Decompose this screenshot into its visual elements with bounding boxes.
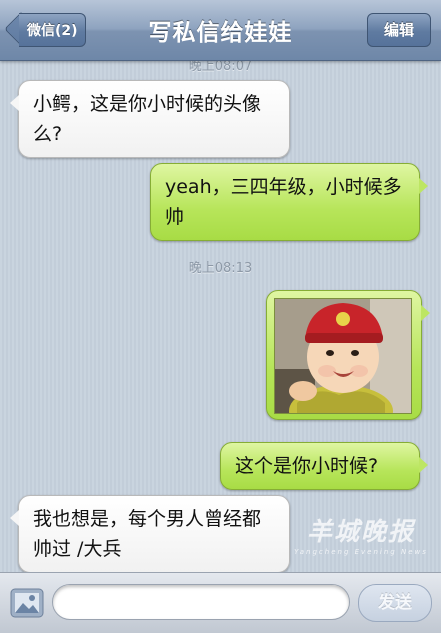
input-bar: 发送 xyxy=(0,572,441,633)
image-icon[interactable] xyxy=(10,588,44,618)
chat-area[interactable]: 晚上08:07 小鳄，这是你小时候的头像么? yeah，三四年级，小时候多帅 晚… xyxy=(0,60,441,572)
navigation-bar: 微信(2) 写私信给娃娃 编辑 xyxy=(0,0,441,61)
baby-photo-image xyxy=(275,299,411,413)
watermark: 羊城晚报 Yangcheng Evening News xyxy=(287,512,435,568)
message-text: yeah，三四年级，小时候多帅 xyxy=(165,176,402,228)
baby-photo[interactable] xyxy=(274,298,412,414)
message-text: 小鳄，这是你小时候的头像么? xyxy=(33,93,262,145)
edit-button[interactable]: 编辑 xyxy=(367,13,431,47)
message-text: 这个是你小时候? xyxy=(235,455,379,477)
message-text: 我也想是，每个男人曾经都帅过 /大兵 xyxy=(33,508,262,560)
incoming-message[interactable]: 小鳄，这是你小时候的头像么? xyxy=(10,80,290,158)
watermark-logo: 羊城晚报 xyxy=(306,517,415,546)
message-input[interactable] xyxy=(52,584,350,620)
watermark-subtitle: Yangcheng Evening News xyxy=(294,548,428,556)
outgoing-message[interactable]: 这个是你小时候? xyxy=(220,442,428,490)
incoming-message[interactable]: 我也想是，每个男人曾经都帅过 /大兵 xyxy=(10,495,290,572)
timestamp: 晚上08:13 xyxy=(188,261,253,276)
timestamp: 晚上08:07 xyxy=(188,60,253,74)
send-button[interactable]: 发送 xyxy=(358,584,432,622)
outgoing-message[interactable]: yeah，三四年级，小时候多帅 xyxy=(150,163,428,241)
outgoing-image-message[interactable] xyxy=(266,290,430,420)
